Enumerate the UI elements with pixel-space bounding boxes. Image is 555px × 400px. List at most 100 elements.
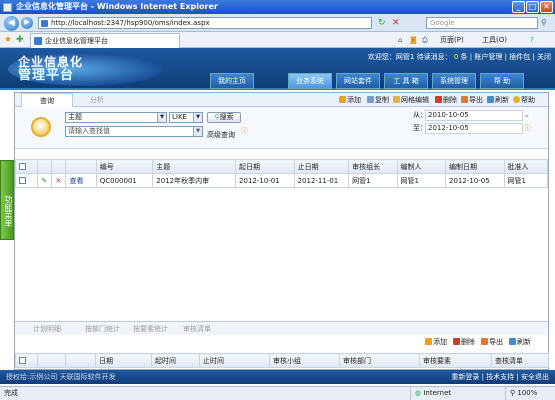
nav-tab-system[interactable]: 系统管理 <box>432 73 476 89</box>
detail-select-all-checkbox[interactable] <box>19 356 26 364</box>
col-end-date[interactable]: 止日期 <box>293 159 350 174</box>
refresh-page-icon[interactable]: ↻ <box>378 18 386 28</box>
refresh-button[interactable]: 刷新 <box>487 96 509 105</box>
col-audit-leader[interactable]: 审核组长 <box>348 159 398 174</box>
detail-add-button[interactable]: 添加 <box>425 338 447 347</box>
view-link[interactable]: 查看 <box>65 173 97 188</box>
search-value-input[interactable]: 请输入查找值 ▼ <box>65 126 203 137</box>
nav-tab-help[interactable]: 帮 助 <box>480 73 524 89</box>
footer-links: 重新登录 | 技术支持 | 安全退出 <box>451 373 549 381</box>
tab-plan-detail[interactable]: 计划明细 <box>33 323 61 335</box>
address-bar-row: ◀ ▶ http://localhost:2347/hsp900/oms/ind… <box>0 14 555 32</box>
table-header-row: 编号 主题 起日期 止日期 审核组长 编制人 编制日期 批准人 <box>14 159 549 174</box>
browser-tab-bar: ★ ✚ 企业信息化管理平台 ⌂ ◙ ⎙ 页面(P) 工具(O) ? <box>0 32 555 48</box>
feeds-icon[interactable]: ◙ <box>410 35 417 45</box>
cell-author: 网管1 <box>396 173 446 188</box>
search-go-icon[interactable]: ⚲ <box>541 18 547 27</box>
maximize-button[interactable]: □ <box>526 1 539 13</box>
zoom-level[interactable]: ⚲ 100% <box>505 387 555 400</box>
close-link[interactable]: 关闭 <box>537 53 551 61</box>
col-author-date[interactable]: 编制日期 <box>444 159 505 174</box>
nav-tab-business[interactable]: 业务系统 <box>288 73 332 89</box>
detail-delete-button[interactable]: 删除 <box>453 338 475 347</box>
col-approver[interactable]: 批准人 <box>503 159 549 174</box>
search-button[interactable]: ⚲搜索 <box>207 112 241 123</box>
support-link[interactable]: 技术支持 <box>486 373 514 381</box>
info-icon: ⓘ <box>241 127 248 135</box>
tab-analysis[interactable]: 分析 <box>77 93 117 107</box>
app-header: 企业信息化 管理平台 欢迎您：网管1 待读消息： 0 条 | 账户管理 | 插件… <box>0 48 555 90</box>
web-search-input[interactable]: Google <box>426 17 538 29</box>
col-end-time[interactable]: 止时间 <box>199 353 270 368</box>
field-select[interactable]: 主题 ▼ <box>65 112 167 123</box>
zoom-icon: ⚲ <box>510 389 516 397</box>
close-window-button[interactable]: ✕ <box>540 1 553 13</box>
stop-loading-icon[interactable]: ✕ <box>392 18 400 28</box>
relogin-link[interactable]: 重新登录 <box>451 373 479 381</box>
tab-checklist[interactable]: 审核清单 <box>183 323 211 335</box>
help-icon <box>513 96 520 103</box>
account-link[interactable]: 账户管理 <box>474 53 502 61</box>
col-author[interactable]: 编制人 <box>396 159 446 174</box>
copy-button[interactable]: 复制 <box>367 96 389 105</box>
advanced-query-link[interactable]: 高级查询 <box>207 130 235 140</box>
forward-arrow-icon[interactable]: ▶ <box>21 17 33 29</box>
header-user-links: 欢迎您：网管1 待读消息： 0 条 | 账户管理 | 插件包 | 关闭 <box>367 53 551 61</box>
function-menu-tab[interactable]: 功能菜单 <box>0 160 14 240</box>
back-arrow-icon[interactable]: ◀ <box>4 16 19 31</box>
tab-query[interactable]: 查询 <box>21 93 73 107</box>
help-button[interactable]: 帮助 <box>513 96 535 105</box>
nav-tab-home[interactable]: 我的主页 <box>210 73 254 89</box>
detail-export-button[interactable]: 导出 <box>481 338 503 347</box>
col-start-date[interactable]: 起日期 <box>235 159 295 174</box>
from-date-chevron-icon[interactable]: ⌄ <box>524 110 530 120</box>
help-small-icon[interactable]: ⓘ <box>524 123 531 133</box>
add-button[interactable]: 添加 <box>339 96 361 105</box>
select-all-checkbox[interactable] <box>19 162 26 170</box>
plugin-link[interactable]: 插件包 <box>509 53 530 61</box>
export-button[interactable]: 导出 <box>461 96 483 105</box>
edit-pencil-icon[interactable]: ✎ <box>37 173 53 188</box>
grid-edit-button[interactable]: 网格编辑 <box>393 96 429 105</box>
url-input[interactable]: http://localhost:2347/hsp900/oms/index.a… <box>38 17 372 29</box>
grid-edit-icon <box>393 96 400 103</box>
print-icon[interactable]: ⎙ <box>422 35 428 45</box>
tab-by-element[interactable]: 按要素统计 <box>133 323 168 335</box>
minimize-button[interactable]: _ <box>512 1 525 13</box>
license-text: 授权给:示例公司 天联国际软件开发 <box>6 373 116 381</box>
nav-tab-website[interactable]: 网站套件 <box>336 73 380 89</box>
favorites-star-icon[interactable]: ★ <box>4 35 12 45</box>
chevron-down-icon: ▼ <box>157 113 166 122</box>
cell-number: QC000001 <box>95 173 154 188</box>
col-audit-group[interactable]: 审核小组 <box>269 353 340 368</box>
page-menu[interactable]: 页面(P) <box>440 35 464 45</box>
browser-tab[interactable]: 企业信息化管理平台 <box>30 33 180 48</box>
delete-button[interactable]: 删除 <box>435 96 457 105</box>
row-checkbox[interactable] <box>19 176 26 184</box>
unread-count[interactable]: 0 <box>454 53 458 61</box>
col-checklist[interactable]: 查核清单 <box>491 353 549 368</box>
nav-tab-toolbox[interactable]: 工 具 箱 <box>384 73 428 89</box>
col-audit-department[interactable]: 审核部门 <box>339 353 420 368</box>
add-favorite-icon[interactable]: ✚ <box>16 35 24 45</box>
add-icon <box>339 96 346 103</box>
home-icon[interactable]: ⌂ <box>398 35 402 45</box>
tools-menu[interactable]: 工具(O) <box>482 35 507 45</box>
col-start-time[interactable]: 起时间 <box>151 353 200 368</box>
col-date[interactable]: 日期 <box>95 353 152 368</box>
cell-audit-leader: 网管1 <box>348 173 398 188</box>
col-number[interactable]: 编号 <box>95 159 154 174</box>
logout-link[interactable]: 安全退出 <box>521 373 549 381</box>
detail-refresh-button[interactable]: 刷新 <box>509 338 531 347</box>
help-circle-icon[interactable]: ? <box>530 35 534 45</box>
to-date-input[interactable]: 2012-10-05 <box>425 123 523 134</box>
window-titlebar: 企业信息化管理平台 - Windows Internet Explorer _ … <box>0 0 555 14</box>
main-panel: 查询 分析 添加 复制 网格编辑 删除 导出 刷新 帮助 主题 ▼ LIKE ▼ ⚲… <box>14 92 549 370</box>
col-audit-element[interactable]: 审核要素 <box>419 353 492 368</box>
operator-select[interactable]: LIKE ▼ <box>169 112 203 123</box>
delete-x-icon[interactable]: ✕ <box>51 173 67 188</box>
tab-by-department[interactable]: 按部门统计 <box>85 323 120 335</box>
table-row[interactable]: ✎ ✕ 查看 QC000001 2012年秋季内审 2012-10-01 201… <box>14 173 549 188</box>
col-subject[interactable]: 主题 <box>152 159 237 174</box>
from-date-input[interactable]: 2010-10-05 <box>425 110 523 121</box>
